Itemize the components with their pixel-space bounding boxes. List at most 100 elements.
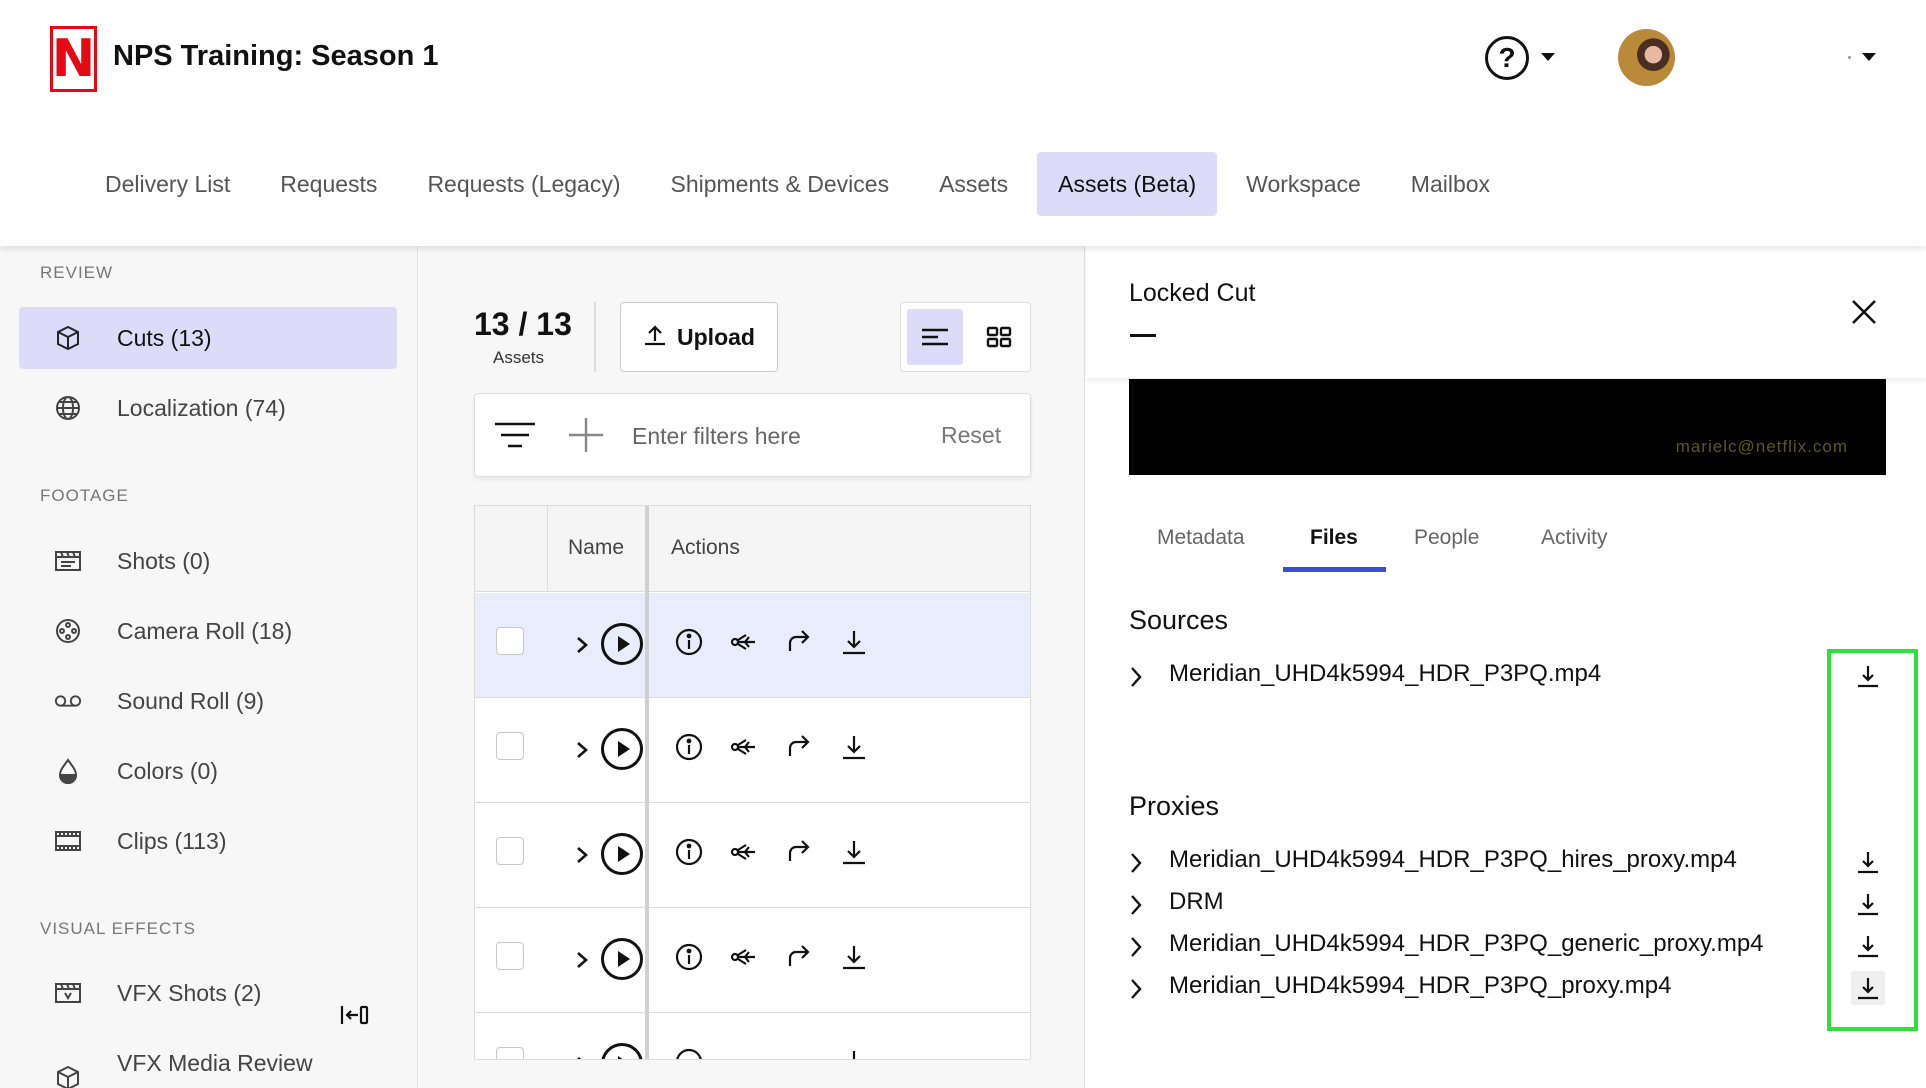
proxy-file-row[interactable]: Meridian_UHD4k5994_HDR_P3PQ_hires_proxy.… — [1129, 842, 1909, 882]
share-icon[interactable] — [729, 732, 759, 762]
nav-mailbox[interactable]: Mailbox — [1390, 152, 1511, 216]
droplet-icon — [54, 757, 82, 785]
detail-title: Locked Cut — [1129, 279, 1256, 307]
sidebar-item-shots[interactable]: Shots (0) — [19, 530, 397, 592]
row-checkbox[interactable] — [496, 1047, 524, 1059]
play-icon[interactable] — [601, 1043, 643, 1059]
nav-shipments-devices[interactable]: Shipments & Devices — [649, 152, 910, 216]
expand-chevron-icon[interactable] — [575, 845, 589, 870]
top-header: N NPS Training: Season 1 ? Delivery List… — [0, 0, 1926, 246]
info-icon[interactable] — [674, 837, 704, 867]
nav-requests-legacy[interactable]: Requests (Legacy) — [406, 152, 641, 216]
download-icon[interactable] — [839, 942, 869, 972]
table-row[interactable] — [475, 593, 1030, 698]
info-icon[interactable] — [674, 1047, 704, 1059]
play-icon[interactable] — [601, 938, 643, 980]
forward-icon[interactable] — [784, 627, 814, 657]
share-icon[interactable] — [729, 837, 759, 867]
close-icon[interactable] — [1850, 298, 1878, 326]
list-view-icon[interactable] — [907, 309, 963, 365]
info-icon[interactable] — [674, 627, 704, 657]
forward-icon[interactable] — [784, 732, 814, 762]
sidebar-item-vfx-media-review[interactable]: VFX Media Review — [19, 1032, 397, 1088]
upload-icon — [643, 323, 667, 352]
info-icon[interactable] — [674, 732, 704, 762]
expand-chevron-icon[interactable] — [575, 950, 589, 975]
upload-label: Upload — [677, 323, 755, 350]
tab-activity[interactable]: Activity — [1541, 526, 1608, 550]
column-divider — [547, 506, 548, 592]
table-row[interactable] — [475, 1013, 1030, 1059]
play-icon[interactable] — [601, 623, 643, 665]
help-dropdown-caret[interactable] — [1541, 53, 1555, 61]
play-icon[interactable] — [601, 728, 643, 770]
column-header-name[interactable]: Name — [568, 536, 624, 560]
expand-chevron-icon[interactable] — [1129, 935, 1143, 964]
grid-view-icon[interactable] — [971, 309, 1027, 365]
nav-assets[interactable]: Assets — [918, 152, 1029, 216]
sidebar-item-cuts[interactable]: Cuts (13) — [19, 307, 397, 369]
column-resize-handle[interactable] — [645, 506, 649, 1059]
nav-workspace[interactable]: Workspace — [1225, 152, 1382, 216]
collapse-sidebar-icon[interactable] — [340, 1003, 370, 1027]
help-icon[interactable]: ? — [1485, 36, 1529, 80]
sidebar-item-sound-roll[interactable]: Sound Roll (9) — [19, 670, 397, 732]
table-row[interactable] — [475, 803, 1030, 908]
reset-button[interactable]: Reset — [941, 422, 1001, 449]
sidebar-item-camera-roll[interactable]: Camera Roll (18) — [19, 600, 397, 662]
netflix-logo[interactable]: N — [50, 26, 97, 92]
video-preview[interactable]: marielc@netflix.com — [1129, 379, 1886, 475]
sidebar-item-localization[interactable]: Localization (74) — [19, 377, 397, 439]
info-icon[interactable] — [674, 942, 704, 972]
globe-icon — [54, 394, 82, 422]
download-column-highlight — [1827, 649, 1918, 1031]
tab-people[interactable]: People — [1414, 526, 1479, 550]
nav-delivery-list[interactable]: Delivery List — [84, 152, 251, 216]
expand-chevron-icon[interactable] — [575, 1055, 589, 1059]
sidebar-item-clips[interactable]: Clips (113) — [19, 810, 397, 872]
forward-icon[interactable] — [784, 942, 814, 972]
play-icon[interactable] — [601, 833, 643, 875]
row-checkbox[interactable] — [496, 627, 524, 655]
table-row[interactable] — [475, 908, 1030, 1013]
sidebar-item-colors[interactable]: Colors (0) — [19, 740, 397, 802]
table-row[interactable] — [475, 698, 1030, 803]
cube-icon — [54, 1064, 82, 1088]
nav-assets-beta[interactable]: Assets (Beta) — [1037, 152, 1218, 216]
watermark-text: marielc@netflix.com — [1675, 437, 1848, 456]
download-icon[interactable] — [839, 1047, 869, 1059]
share-icon[interactable] — [729, 942, 759, 972]
share-icon[interactable] — [729, 627, 759, 657]
expand-chevron-icon[interactable] — [575, 740, 589, 765]
proxy-file-row[interactable]: Meridian_UHD4k5994_HDR_P3PQ_proxy.mp4 — [1129, 968, 1909, 1008]
tab-metadata[interactable]: Metadata — [1157, 526, 1245, 550]
download-icon[interactable] — [839, 627, 869, 657]
download-icon[interactable] — [839, 732, 869, 762]
expand-chevron-icon[interactable] — [1129, 665, 1143, 694]
row-checkbox[interactable] — [496, 732, 524, 760]
row-checkbox[interactable] — [496, 942, 524, 970]
sidebar-item-label: VFX Media Review — [117, 1049, 313, 1076]
tab-files[interactable]: Files — [1310, 526, 1358, 550]
active-tab-indicator — [1283, 567, 1386, 572]
add-filter-icon[interactable] — [567, 416, 605, 459]
voicemail-icon — [54, 687, 82, 715]
proxy-file-row[interactable]: Meridian_UHD4k5994_HDR_P3PQ_generic_prox… — [1129, 926, 1909, 966]
source-file-row[interactable]: Meridian_UHD4k5994_HDR_P3PQ.mp4 — [1129, 656, 1909, 696]
expand-chevron-icon[interactable] — [1129, 851, 1143, 880]
assets-table: Name Actions — [474, 505, 1031, 1060]
avatar[interactable] — [1618, 29, 1675, 86]
download-icon[interactable] — [839, 837, 869, 867]
forward-icon[interactable] — [784, 837, 814, 867]
row-checkbox[interactable] — [496, 837, 524, 865]
proxy-file-row[interactable]: DRM — [1129, 884, 1909, 924]
filter-input[interactable] — [632, 418, 912, 454]
vfx-clapperboard-icon — [54, 979, 82, 1007]
expand-chevron-icon[interactable] — [1129, 893, 1143, 922]
nav-requests[interactable]: Requests — [259, 152, 398, 216]
filter-icon[interactable] — [493, 418, 537, 457]
account-dropdown-caret[interactable] — [1862, 53, 1876, 61]
upload-button[interactable]: Upload — [620, 302, 778, 372]
expand-chevron-icon[interactable] — [575, 635, 589, 660]
expand-chevron-icon[interactable] — [1129, 977, 1143, 1006]
